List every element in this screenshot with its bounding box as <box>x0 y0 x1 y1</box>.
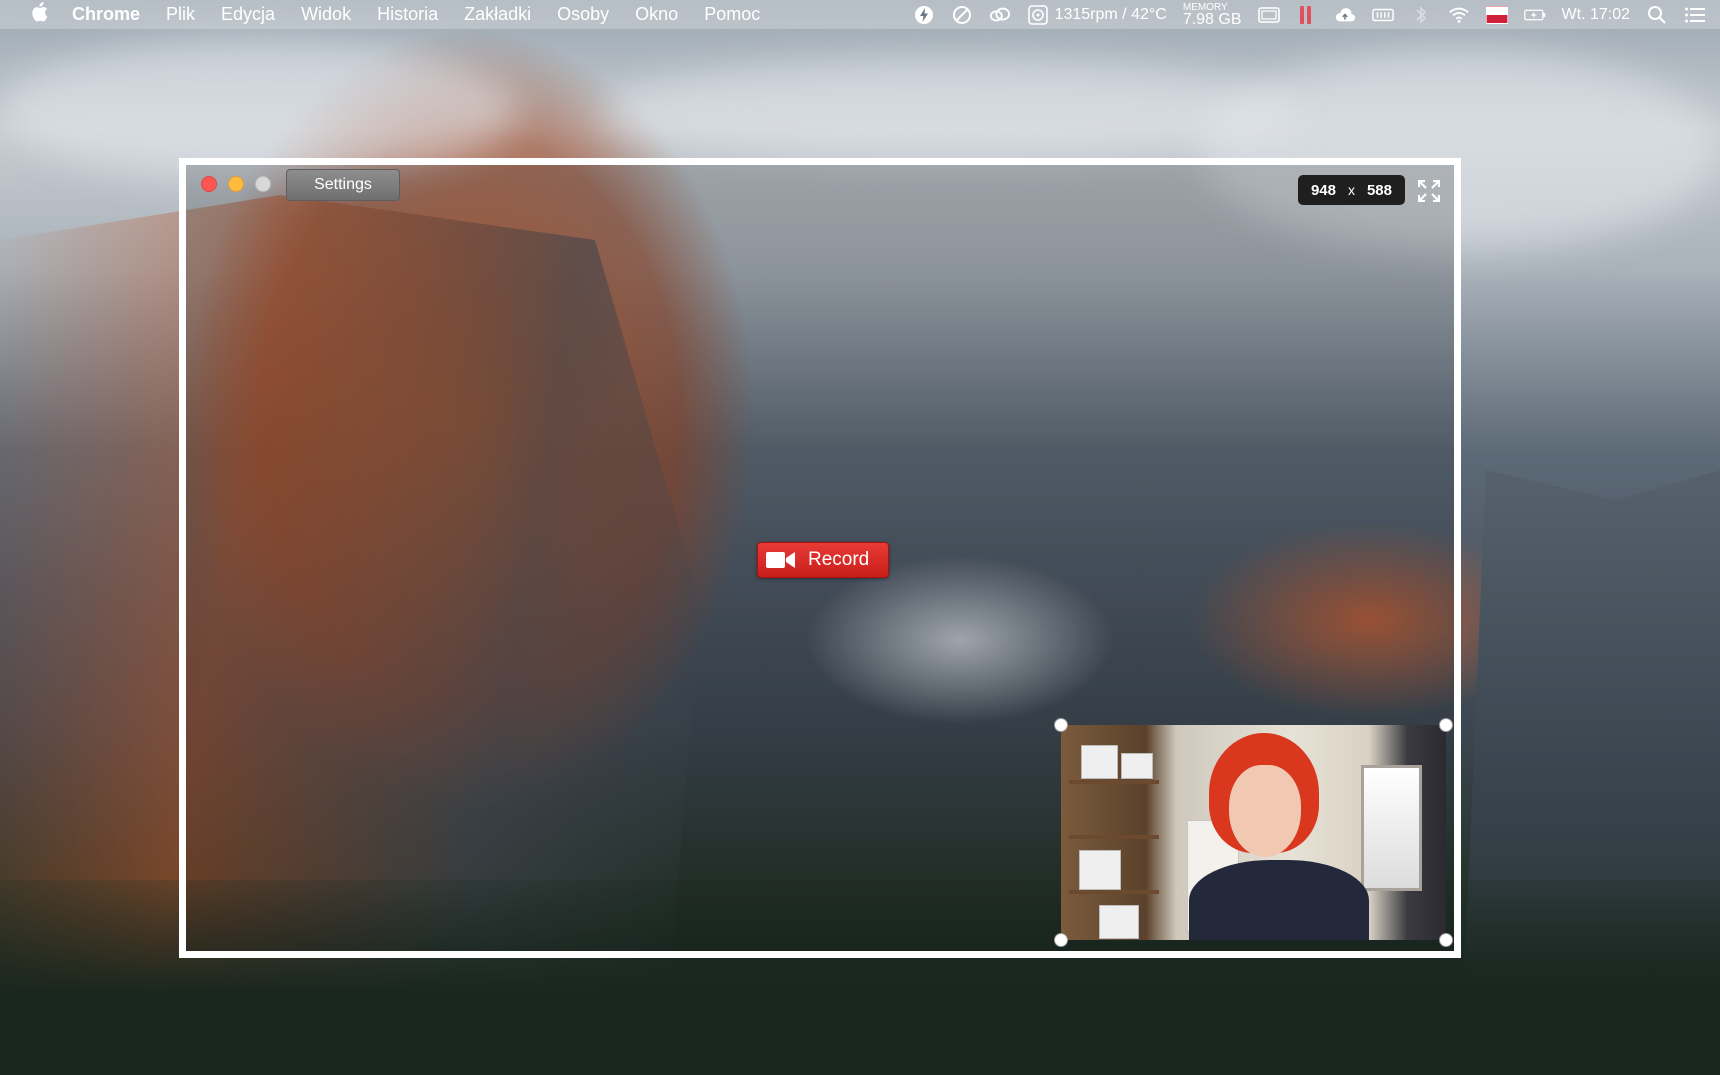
webcam-shelf <box>1069 890 1159 894</box>
webcam-overlay[interactable] <box>1061 725 1446 940</box>
menu-file[interactable]: Plik <box>166 4 195 25</box>
resize-handle-bottom-left[interactable] <box>1054 933 1068 947</box>
resize-handle-top-left[interactable] <box>1054 718 1068 732</box>
width-value[interactable]: 948 <box>1311 182 1336 199</box>
creative-cloud-icon[interactable] <box>989 6 1011 24</box>
battery-icon[interactable] <box>1523 6 1546 24</box>
clock[interactable]: Wt. 17:02 <box>1562 6 1630 24</box>
webcam-box <box>1079 850 1121 890</box>
fan-icon[interactable] <box>1027 4 1049 25</box>
record-button-label: Record <box>808 549 870 570</box>
webcam-box <box>1099 905 1139 939</box>
memory-chip-icon[interactable] <box>1371 6 1394 24</box>
wallpaper-cloud <box>600 60 1300 160</box>
minimize-window-button[interactable] <box>228 176 244 192</box>
dimensions-readout[interactable]: 948 x 588 <box>1297 175 1405 205</box>
fan-status-text[interactable]: 1315rpm / 42°C <box>1055 6 1167 24</box>
menu-view[interactable]: Widok <box>301 4 351 25</box>
apple-logo-icon[interactable] <box>24 1 54 28</box>
webcam-shelf <box>1069 780 1159 784</box>
input-source-flag-icon[interactable] <box>1485 5 1508 24</box>
menu-window[interactable]: Okno <box>635 4 678 25</box>
record-button[interactable]: Record <box>757 542 889 578</box>
do-not-disturb-icon[interactable] <box>951 5 973 24</box>
webcam-box <box>1081 745 1118 779</box>
menu-people[interactable]: Osoby <box>557 4 609 25</box>
dimension-separator: x <box>1347 182 1355 198</box>
webcam-person <box>1189 860 1369 940</box>
pause-recording-icon[interactable] <box>1296 5 1318 24</box>
settings-button[interactable]: Settings <box>286 169 400 201</box>
height-value[interactable]: 588 <box>1367 182 1392 199</box>
status-area: 1315rpm / 42°C MEMORY 7.98 GB Wt. 17:02 <box>913 0 1706 29</box>
lightning-icon[interactable] <box>913 5 935 24</box>
video-camera-icon <box>766 550 796 570</box>
close-window-button[interactable] <box>201 176 217 192</box>
menu-app-name[interactable]: Chrome <box>72 4 140 25</box>
notification-center-icon[interactable] <box>1684 6 1706 24</box>
menu-history[interactable]: Historia <box>377 4 438 25</box>
webcam-box <box>1121 753 1153 779</box>
zoom-window-button[interactable] <box>255 176 271 192</box>
menu-edit[interactable]: Edycja <box>221 4 275 25</box>
menu-bookmarks[interactable]: Zakładki <box>464 4 531 25</box>
menu-help[interactable]: Pomoc <box>704 4 760 25</box>
webcam-person-face <box>1229 765 1301 857</box>
search-icon[interactable] <box>1646 5 1668 24</box>
webcam-shelf <box>1069 835 1159 839</box>
menu-bar: Chrome Plik Edycja Widok Historia Zakład… <box>0 0 1720 29</box>
webcam-window <box>1361 765 1422 891</box>
display-icon[interactable] <box>1257 6 1280 24</box>
memory-value: 7.98 GB <box>1182 10 1242 28</box>
resize-handle-top-right[interactable] <box>1439 718 1453 732</box>
bluetooth-icon[interactable] <box>1410 5 1432 24</box>
wifi-icon[interactable] <box>1448 6 1470 24</box>
fullscreen-icon[interactable] <box>1417 179 1441 203</box>
cloud-upload-icon[interactable] <box>1334 6 1356 24</box>
memory-status[interactable]: MEMORY 7.98 GB <box>1182 2 1242 28</box>
resize-handle-bottom-right[interactable] <box>1439 933 1453 947</box>
